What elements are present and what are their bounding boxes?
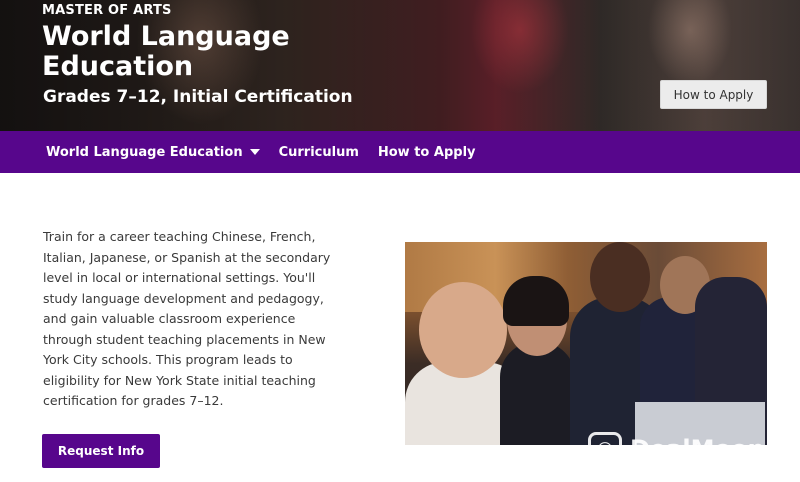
request-info-button[interactable]: Request Info	[42, 434, 160, 468]
caret-down-icon	[249, 149, 260, 155]
program-description: Train for a career teaching Chinese, Fre…	[43, 229, 331, 408]
nav-item-label: World Language Education	[46, 144, 243, 160]
nav-item-world-language-education[interactable]: World Language Education	[46, 145, 260, 160]
hero-eyebrow: MASTER OF ARTS	[42, 3, 172, 18]
dealmoon-logo-icon: ☺	[588, 432, 622, 466]
photo-figure	[500, 342, 575, 445]
photo-figure	[419, 282, 507, 378]
classroom-photo	[405, 242, 767, 445]
hero-banner: MASTER OF ARTS World Language Education …	[0, 0, 800, 131]
page-subtitle: Grades 7–12, Initial Certification	[43, 87, 353, 107]
photo-figure	[503, 276, 569, 326]
nav-item-how-to-apply[interactable]: How to Apply	[378, 145, 476, 160]
how-to-apply-button[interactable]: How to Apply	[660, 80, 767, 109]
watermark: ☺ DealMoon	[588, 432, 765, 466]
photo-figure	[590, 242, 650, 312]
watermark-text: DealMoon	[630, 435, 765, 463]
program-nav: World Language Education Curriculum How …	[0, 131, 800, 173]
nav-item-curriculum[interactable]: Curriculum	[279, 145, 359, 160]
page-title: World Language Education	[42, 21, 290, 82]
